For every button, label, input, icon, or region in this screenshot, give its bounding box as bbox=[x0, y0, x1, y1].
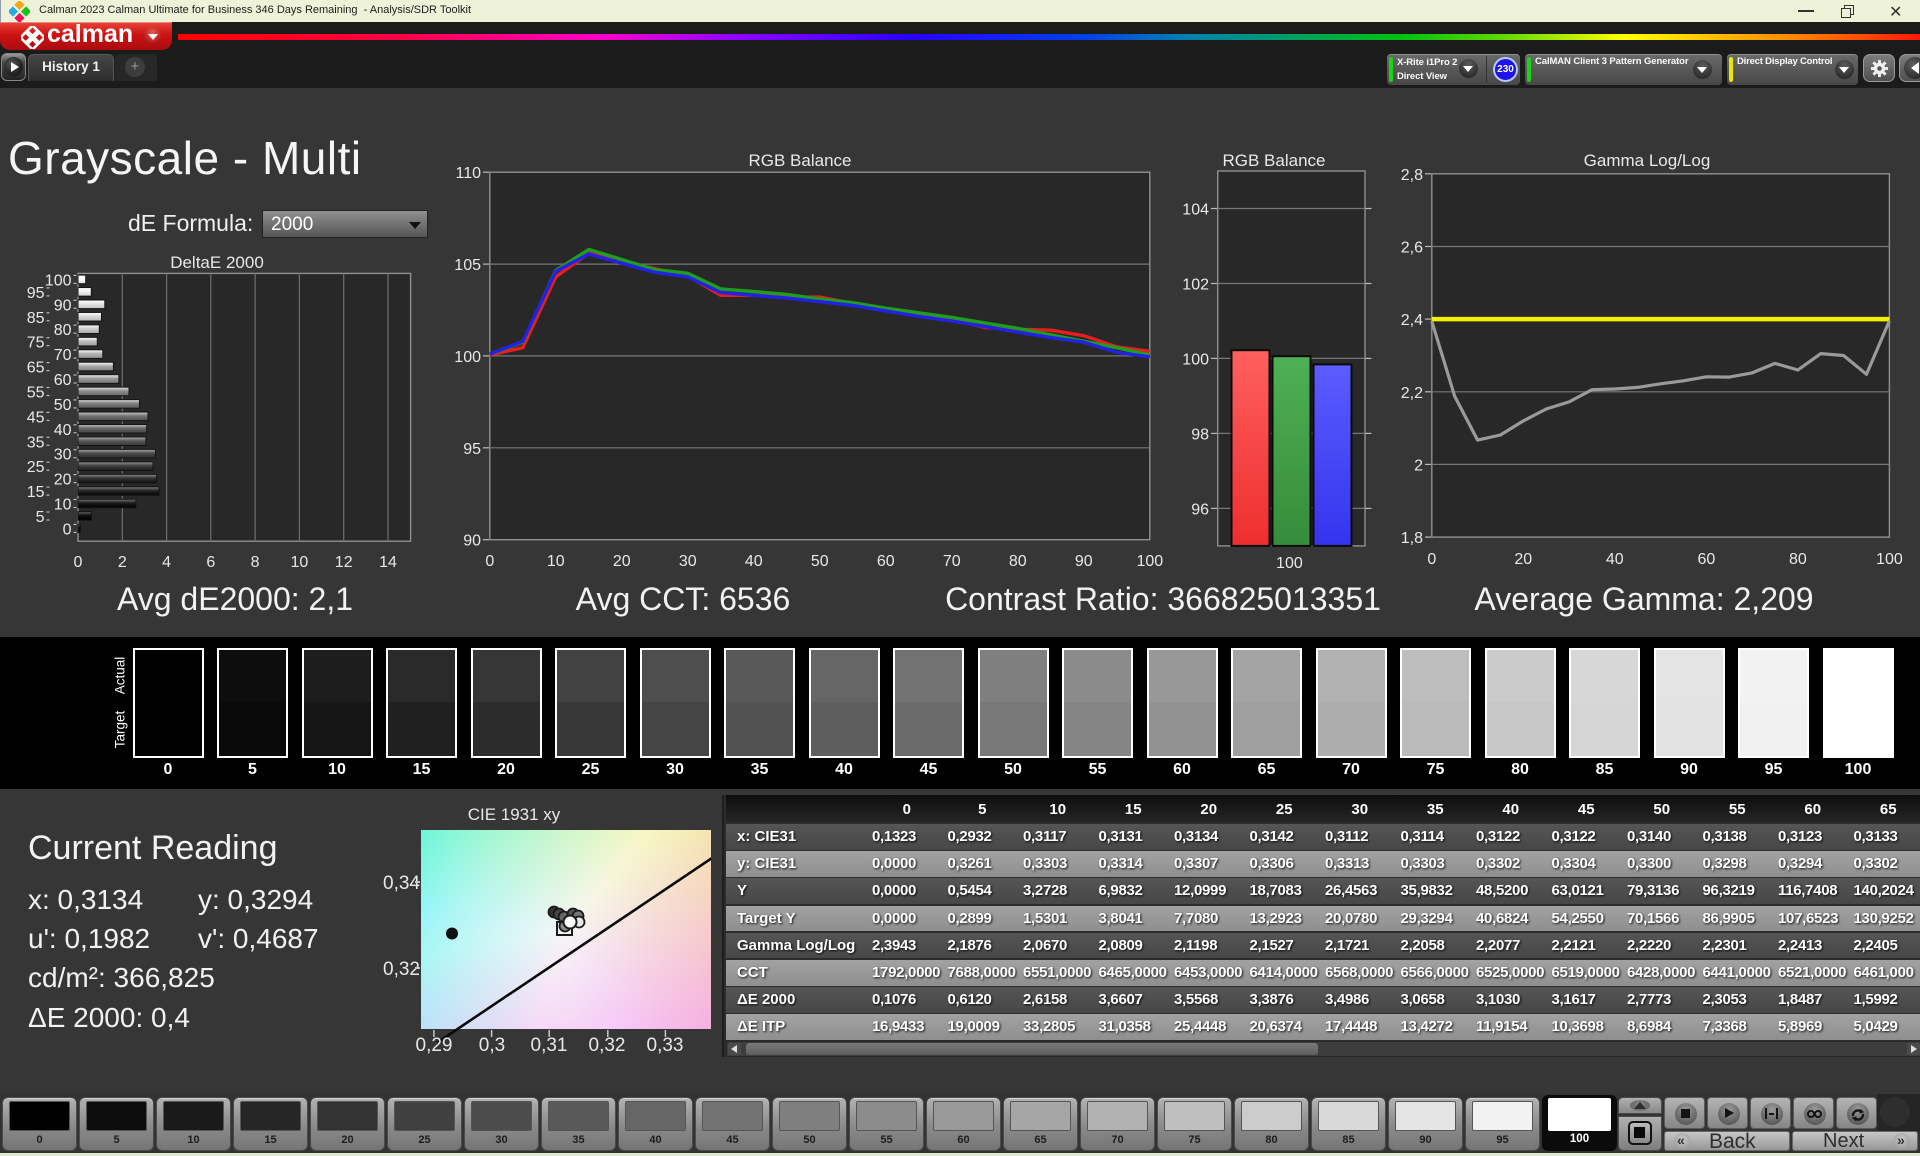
svg-text:0: 0 bbox=[74, 554, 83, 571]
svg-text:98: 98 bbox=[1191, 426, 1209, 443]
svg-text:2: 2 bbox=[1414, 457, 1423, 474]
svg-text:95: 95 bbox=[27, 285, 45, 302]
svg-text:2,4: 2,4 bbox=[1401, 312, 1423, 329]
svg-text:0: 0 bbox=[485, 553, 494, 570]
svg-text:100: 100 bbox=[1876, 551, 1903, 568]
svg-text:12: 12 bbox=[335, 554, 353, 571]
svg-text:96: 96 bbox=[1191, 501, 1209, 518]
svg-text:0: 0 bbox=[63, 521, 72, 538]
svg-text:0: 0 bbox=[1427, 551, 1436, 568]
svg-text:40: 40 bbox=[745, 553, 763, 570]
svg-text:65: 65 bbox=[27, 360, 45, 377]
svg-text:80: 80 bbox=[1789, 551, 1807, 568]
svg-text:105: 105 bbox=[454, 257, 481, 274]
svg-text:RGB Balance: RGB Balance bbox=[749, 151, 852, 170]
svg-text:60: 60 bbox=[54, 372, 72, 389]
svg-text:8: 8 bbox=[251, 554, 260, 571]
svg-text:90: 90 bbox=[463, 533, 481, 550]
svg-text:100: 100 bbox=[45, 272, 72, 289]
svg-text:40: 40 bbox=[1606, 551, 1624, 568]
svg-text:70: 70 bbox=[943, 553, 961, 570]
svg-text:100: 100 bbox=[1136, 553, 1163, 570]
svg-text:100: 100 bbox=[1182, 351, 1209, 368]
svg-text:30: 30 bbox=[54, 447, 72, 464]
svg-text:95: 95 bbox=[463, 441, 481, 458]
svg-text:110: 110 bbox=[455, 165, 481, 182]
svg-text:20: 20 bbox=[54, 472, 72, 489]
svg-text:15: 15 bbox=[27, 484, 45, 501]
svg-text:2,2: 2,2 bbox=[1401, 385, 1423, 402]
svg-text:2,6: 2,6 bbox=[1401, 240, 1423, 257]
svg-text:6: 6 bbox=[206, 554, 215, 571]
svg-text:102: 102 bbox=[1182, 277, 1209, 294]
svg-text:35: 35 bbox=[27, 434, 45, 451]
svg-text:2,8: 2,8 bbox=[1401, 167, 1423, 184]
svg-text:45: 45 bbox=[27, 409, 45, 426]
svg-text:60: 60 bbox=[1698, 551, 1716, 568]
svg-text:104: 104 bbox=[1182, 202, 1209, 219]
svg-text:5: 5 bbox=[36, 509, 45, 526]
svg-text:20: 20 bbox=[613, 553, 631, 570]
svg-text:100: 100 bbox=[454, 349, 481, 366]
svg-text:60: 60 bbox=[877, 553, 895, 570]
svg-text:50: 50 bbox=[811, 553, 829, 570]
svg-text:90: 90 bbox=[54, 297, 72, 314]
svg-text:RGB Balance: RGB Balance bbox=[1223, 151, 1326, 170]
svg-text:14: 14 bbox=[379, 554, 397, 571]
svg-text:10: 10 bbox=[291, 554, 309, 571]
svg-text:Gamma Log/Log: Gamma Log/Log bbox=[1584, 151, 1711, 170]
svg-text:4: 4 bbox=[162, 554, 171, 571]
svg-text:40: 40 bbox=[54, 422, 72, 439]
svg-text:2: 2 bbox=[118, 554, 127, 571]
svg-text:1,8: 1,8 bbox=[1401, 530, 1423, 547]
svg-text:55: 55 bbox=[27, 385, 45, 402]
svg-text:20: 20 bbox=[1514, 551, 1532, 568]
svg-text:80: 80 bbox=[1009, 553, 1027, 570]
svg-text:85: 85 bbox=[27, 310, 45, 327]
svg-text:25: 25 bbox=[27, 459, 45, 476]
svg-text:90: 90 bbox=[1075, 553, 1093, 570]
svg-text:10: 10 bbox=[547, 553, 565, 570]
svg-text:DeltaE 2000: DeltaE 2000 bbox=[170, 253, 264, 272]
svg-text:100: 100 bbox=[1276, 555, 1303, 572]
svg-text:10: 10 bbox=[54, 497, 72, 514]
svg-text:70: 70 bbox=[54, 347, 72, 364]
svg-text:80: 80 bbox=[54, 322, 72, 339]
svg-text:75: 75 bbox=[27, 335, 45, 352]
svg-text:30: 30 bbox=[679, 553, 697, 570]
svg-text:50: 50 bbox=[54, 397, 72, 414]
